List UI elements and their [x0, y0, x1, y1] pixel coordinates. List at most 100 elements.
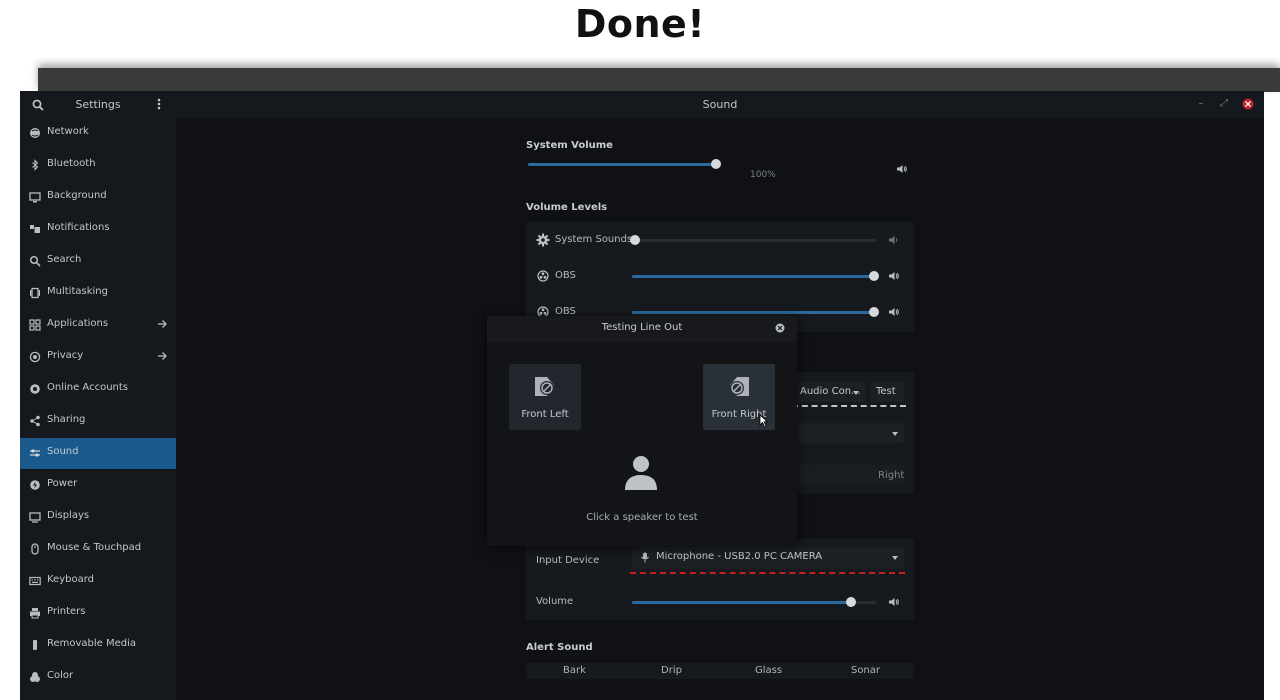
page-title: Sound	[702, 98, 738, 111]
test-button[interactable]: Test	[870, 382, 904, 402]
sidebar-item-background[interactable]: Background	[20, 182, 176, 213]
front-left-speaker-button[interactable]: Front Left	[509, 364, 581, 430]
maximize-button[interactable]: ⤢	[1217, 97, 1231, 111]
sidebar-item-applications[interactable]: Applications	[20, 310, 176, 341]
sharing-icon	[30, 415, 40, 427]
balance-slider[interactable]: Right	[796, 465, 904, 485]
sidebar-item-label: Notifications	[47, 222, 110, 233]
sidebar-item-removable-media[interactable]: Removable Media	[20, 630, 176, 661]
sidebar-item-label: Background	[47, 190, 107, 201]
speaker-volume-icon[interactable]	[888, 306, 900, 318]
speaker-label: Front Left	[521, 409, 569, 420]
sidebar-item-search[interactable]: Search	[20, 246, 176, 277]
sidebar-item-network[interactable]: Network	[20, 118, 176, 149]
removable-media-icon	[33, 640, 37, 650]
input-device-value: Microphone - USB2.0 PC CAMERA	[656, 551, 823, 562]
input-volume-knob[interactable]	[846, 597, 856, 607]
sidebar-item-bluetooth[interactable]: Bluetooth	[20, 150, 176, 181]
close-icon[interactable]	[775, 323, 785, 333]
bluetooth-icon	[32, 159, 39, 171]
sidebar: Network Bluetooth Background Notificatio…	[20, 118, 176, 700]
applications-icon	[29, 319, 41, 331]
input-volume-fill	[632, 601, 850, 604]
input-panel: Input Device Microphone - USB2.0 PC CAME…	[526, 538, 914, 620]
sidebar-item-label: Sound	[47, 446, 79, 457]
test-button-label: Test	[876, 386, 896, 397]
close-button[interactable]	[1241, 97, 1255, 111]
sidebar-item-label: Multitasking	[47, 286, 108, 297]
obs-knob[interactable]	[869, 307, 879, 317]
sidebar-item-color[interactable]: Color	[20, 662, 176, 693]
sidebar-item-sound[interactable]: Sound	[20, 438, 176, 469]
alert-sound-title: Alert Sound	[526, 642, 593, 653]
displays-icon	[29, 512, 41, 523]
microphone-icon	[641, 552, 649, 563]
sidebar-item-sharing[interactable]: Sharing	[20, 406, 176, 437]
input-level-meter	[630, 572, 905, 574]
sidebar-item-label: Printers	[47, 606, 86, 617]
speaker-muted-icon[interactable]	[888, 234, 900, 246]
sidebar-item-online-accounts[interactable]: Online Accounts	[20, 374, 176, 405]
window-shadow	[38, 68, 1280, 92]
sidebar-item-multitasking[interactable]: Multitasking	[20, 278, 176, 309]
obs-fill	[632, 311, 872, 314]
menu-icon[interactable]	[154, 97, 164, 111]
arrow-right-icon	[158, 320, 167, 328]
output-device-value: Audio Con...	[800, 386, 861, 397]
alert-option-glass[interactable]: Glass	[720, 663, 817, 679]
sidebar-item-label: Bluetooth	[47, 158, 96, 169]
system-volume-title: System Volume	[526, 140, 613, 151]
alert-option-sonar[interactable]: Sonar	[817, 663, 914, 679]
obs-knob[interactable]	[869, 271, 879, 281]
title-bar: Settings Sound – ⤢	[20, 91, 1264, 118]
alert-option-drip[interactable]: Drip	[623, 663, 720, 679]
search-icon	[29, 255, 41, 267]
sidebar-header: Settings	[20, 91, 176, 118]
sidebar-item-keyboard[interactable]: Keyboard	[20, 566, 176, 597]
sidebar-item-label: Color	[47, 670, 74, 681]
sidebar-item-displays[interactable]: Displays	[20, 502, 176, 533]
chevron-down-icon	[892, 556, 898, 560]
multitasking-icon	[30, 287, 40, 299]
output-device-combo[interactable]: Audio Con...	[796, 382, 866, 402]
printers-icon	[30, 608, 40, 619]
speaker-volume-icon[interactable]	[888, 270, 900, 282]
mouse-cursor-icon	[759, 414, 769, 428]
speaker-icon	[535, 377, 554, 396]
output-profile-combo[interactable]	[796, 423, 904, 443]
sidebar-item-label: Sharing	[47, 414, 86, 425]
sidebar-item-label: Privacy	[47, 350, 84, 361]
sidebar-item-label: Mouse & Touchpad	[47, 542, 142, 553]
alert-option-bark[interactable]: Bark	[526, 663, 623, 679]
sidebar-item-privacy[interactable]: Privacy	[20, 342, 176, 373]
system-volume-fill	[528, 163, 718, 166]
input-device-combo[interactable]: Microphone - USB2.0 PC CAMERA	[632, 547, 904, 569]
dialog-header: Testing Line Out	[487, 316, 797, 342]
testing-line-out-dialog: Testing Line Out Front Left Front Right …	[487, 316, 797, 546]
system-sounds-track[interactable]	[634, 239, 876, 242]
sidebar-item-notifications[interactable]: Notifications	[20, 214, 176, 245]
power-icon	[30, 480, 40, 490]
sidebar-item-label: Displays	[47, 510, 90, 521]
system-sounds-knob[interactable]	[630, 235, 640, 245]
speaker-volume-icon[interactable]	[896, 163, 908, 175]
volume-row-label: System Sounds	[555, 234, 633, 245]
sidebar-item-label: Removable Media	[47, 638, 137, 649]
system-volume-value: 100%	[750, 170, 776, 180]
minimize-button[interactable]: –	[1194, 97, 1208, 111]
arrow-right-icon	[158, 352, 167, 360]
done-heading: Done!	[574, 2, 706, 46]
obs-fill	[632, 275, 872, 278]
sidebar-item-label: Applications	[47, 318, 109, 329]
system-volume-knob[interactable]	[711, 159, 721, 169]
front-right-speaker-button[interactable]: Front Right	[703, 364, 775, 430]
sidebar-item-mouse-touchpad[interactable]: Mouse & Touchpad	[20, 534, 176, 565]
settings-window: Settings Sound – ⤢ Network Bluetooth Bac…	[20, 91, 1264, 700]
sidebar-item-label: Keyboard	[47, 574, 95, 585]
volume-levels-title: Volume Levels	[526, 202, 608, 213]
sidebar-item-power[interactable]: Power	[20, 470, 176, 501]
balance-right-label: Right	[878, 470, 905, 481]
speaker-volume-icon[interactable]	[888, 596, 900, 608]
sidebar-item-printers[interactable]: Printers	[20, 598, 176, 629]
obs-icon	[537, 270, 549, 282]
